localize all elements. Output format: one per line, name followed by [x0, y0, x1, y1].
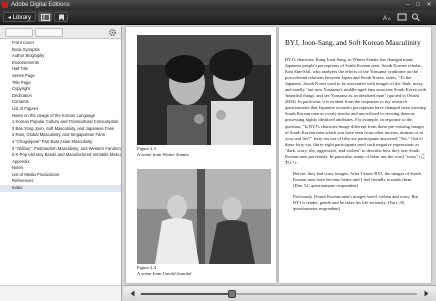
figure-2-4-description: A scene from Untold Scandal: [137, 271, 191, 277]
toc-item[interactable]: Notes on the Usage of the Korean Languag…: [0, 113, 121, 120]
next-page-icon[interactable]: [423, 290, 430, 297]
caption-title: Untold Scandal: [162, 270, 192, 276]
toc-item[interactable]: Copyright: [0, 86, 121, 93]
left-page: Figure 2.3 A scene from Winter Sonata Fi…: [126, 27, 276, 283]
section-heading: BYJ, Joon-Sang, and Soft Korean Masculin…: [285, 38, 421, 47]
figure-untold-scandal-image: [137, 169, 271, 264]
toc-item-selected[interactable]: Index: [0, 185, 121, 192]
toc-item[interactable]: Author Biography: [0, 53, 121, 60]
figure-winter-sonata-image: [137, 35, 271, 145]
toc-item[interactable]: Contents: [0, 99, 121, 106]
toc-item[interactable]: Endorsements: [0, 60, 121, 67]
toc-item[interactable]: List of Media Productions: [0, 172, 121, 179]
gear-icon[interactable]: [108, 28, 117, 37]
library-button[interactable]: ◂ Library: [3, 12, 37, 22]
tab-bookmarks[interactable]: [35, 28, 63, 37]
sidebar-footer: [0, 285, 122, 301]
toc-list: Front Cover Book Synopsis Author Biograp…: [0, 39, 121, 192]
bookmark-button[interactable]: [54, 12, 68, 22]
toc-item[interactable]: 5 "Oldboy": Postmodern Masculinity, and …: [0, 146, 121, 153]
toc-item[interactable]: Front Cover: [0, 40, 121, 47]
toc-item[interactable]: Series Page: [0, 73, 121, 80]
toc-item[interactable]: List of Figures: [0, 106, 121, 113]
svg-text:A: A: [388, 16, 391, 21]
library-label: Library: [12, 15, 32, 21]
toc-item[interactable]: Appendix: [0, 159, 121, 166]
fullscreen-icon: [397, 13, 407, 21]
svg-text:A: A: [383, 16, 387, 21]
toc-item[interactable]: 1 Korean Popular Culture and Transcultur…: [0, 119, 121, 126]
sidebar-icon: [41, 14, 50, 21]
search-icon: [412, 13, 420, 21]
toc-item[interactable]: Title Page: [0, 80, 121, 87]
caption-title: Winter Sonata: [162, 151, 189, 157]
page-navigation-bar: [123, 285, 436, 301]
section-body: BYJ's character, Kang Joon-Sang, in Wint…: [285, 57, 427, 217]
font-size-icon: AA: [383, 16, 391, 21]
font-size-button[interactable]: AA: [382, 12, 394, 22]
reading-pane: Figure 2.3 A scene from Winter Sonata Fi…: [123, 26, 436, 285]
tab-contents[interactable]: [5, 28, 33, 37]
minimize-icon[interactable]: –: [404, 1, 412, 9]
block-quote: Before, they had scary images. After I k…: [293, 170, 421, 188]
back-arrow-icon: ◂: [8, 15, 12, 21]
block-quote: Previously [South Korean men's images we…: [293, 193, 419, 212]
toolbar: ◂ Library AA: [0, 10, 436, 25]
previous-page-icon[interactable]: [129, 290, 136, 297]
bookmark-icon: [59, 14, 64, 21]
reading-progress-fill: [141, 293, 233, 295]
right-page: BYJ, Joon-Sang, and Soft Korean Masculin…: [279, 27, 431, 283]
toc-item[interactable]: Dedication: [0, 93, 121, 100]
toggle-sidebar-button[interactable]: [38, 12, 52, 22]
figure-2-4-caption: Figure 2.4 A scene from Untold Scandal: [137, 265, 191, 276]
fullscreen-button[interactable]: [396, 12, 408, 22]
figure-2-3-caption: Figure 2.3 A scene from Winter Sonata: [137, 146, 189, 157]
body-paragraph: BYJ's character, Kang Joon-Sang, in Wint…: [285, 57, 427, 165]
toc-item[interactable]: Half Title: [0, 66, 121, 73]
reading-progress-slider[interactable]: [141, 290, 417, 298]
toc-item[interactable]: 3 Rain, Global Masculinity, and Singapor…: [0, 132, 121, 139]
toc-item[interactable]: 2 Bae Yong Joon, Soft Masculinity, and J…: [0, 126, 121, 133]
close-icon[interactable]: ✕: [425, 1, 433, 9]
caption-prefix: A scene from: [137, 270, 163, 276]
figure-2-3-description: A scene from Winter Sonata: [137, 152, 189, 158]
caption-prefix: A scene from: [137, 151, 163, 157]
reading-progress-handle[interactable]: [228, 290, 237, 298]
toc-item[interactable]: Book Synopsis: [0, 47, 121, 54]
toc-item[interactable]: 6 K-Pop Idol Boy Bands and Manufactured …: [0, 152, 121, 159]
sidebar-header: [0, 26, 121, 39]
toc-item[interactable]: 4 "Chogukjeok" Pan-East Asian Masculinit…: [0, 139, 121, 146]
search-button[interactable]: [410, 12, 422, 22]
toc-sidebar: Front Cover Book Synopsis Author Biograp…: [0, 26, 122, 285]
toc-item[interactable]: References: [0, 178, 121, 185]
maximize-icon[interactable]: □: [414, 1, 422, 9]
title-bar: Adobe Digital Editions – □ ✕: [0, 0, 436, 10]
app-icon: [2, 2, 8, 8]
toc-item[interactable]: Notes: [0, 165, 121, 172]
window-title: Adobe Digital Editions: [11, 2, 70, 8]
